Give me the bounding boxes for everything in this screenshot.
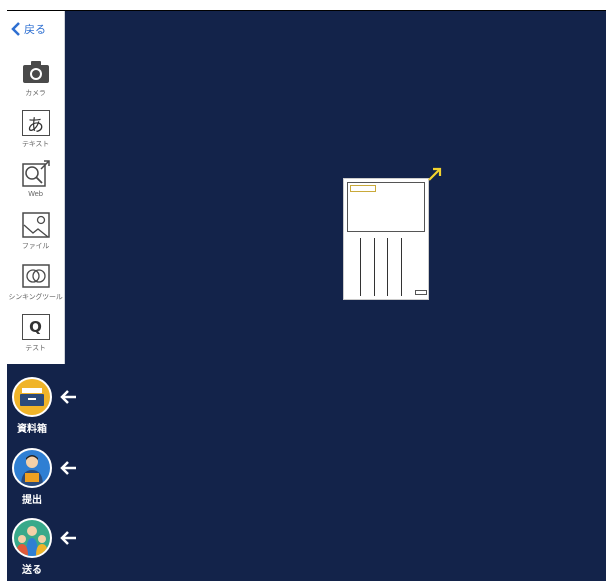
tool-thinking[interactable]: シンキングツール: [7, 261, 64, 309]
send-people-icon: [12, 518, 52, 558]
back-label: 戻る: [24, 23, 46, 36]
submit-button[interactable]: 提出: [12, 448, 86, 510]
tool-camera[interactable]: カメラ: [7, 57, 64, 105]
send-label: 送る: [22, 565, 42, 576]
file-image-icon: [21, 210, 51, 240]
tool-palette: 戻る カメラ あ テキスト Web ファイル シンキングツール Q テスト: [7, 11, 65, 364]
tool-test[interactable]: Q テスト: [7, 312, 64, 360]
expand-arrow-icon[interactable]: [427, 166, 443, 182]
test-icon: Q: [21, 312, 51, 342]
card-tag: [350, 185, 376, 192]
arrow-left-icon: [60, 531, 76, 545]
card-header-area: [347, 182, 425, 232]
tool-web[interactable]: Web: [7, 159, 64, 207]
tool-file[interactable]: ファイル: [7, 210, 64, 258]
canvas-area[interactable]: 戻る カメラ あ テキスト Web ファイル シンキングツール Q テスト 資料…: [7, 10, 606, 581]
camera-icon: [21, 57, 51, 87]
send-button[interactable]: 送る: [12, 518, 86, 580]
tool-label: Web: [28, 190, 43, 198]
arrow-left-icon: [60, 461, 76, 475]
web-search-icon: [21, 159, 51, 189]
tool-text[interactable]: あ テキスト: [7, 108, 64, 156]
card-line: [387, 238, 388, 296]
material-box-label: 資料箱: [17, 424, 47, 435]
tool-label: ファイル: [21, 242, 50, 250]
card-small-box: [415, 290, 427, 295]
back-button[interactable]: 戻る: [10, 18, 62, 40]
card-line: [374, 238, 375, 296]
text-icon: あ: [21, 108, 51, 138]
content-card[interactable]: [343, 178, 429, 300]
tool-label: シンキングツール: [8, 293, 63, 301]
submit-person-icon: [12, 448, 52, 488]
text-glyph: あ: [21, 110, 50, 136]
arrow-left-icon: [60, 390, 76, 404]
tool-label: テキスト: [22, 140, 49, 148]
tool-label: カメラ: [25, 89, 46, 97]
test-glyph: Q: [21, 314, 50, 340]
card-line: [360, 238, 361, 296]
material-box-button[interactable]: 資料箱: [12, 377, 86, 439]
submit-label: 提出: [22, 495, 42, 506]
tool-label: テスト: [25, 344, 46, 352]
material-box-icon: [12, 377, 52, 417]
card-line: [401, 238, 402, 296]
chevron-left-icon: [11, 22, 20, 36]
thinking-tool-icon: [21, 261, 51, 291]
